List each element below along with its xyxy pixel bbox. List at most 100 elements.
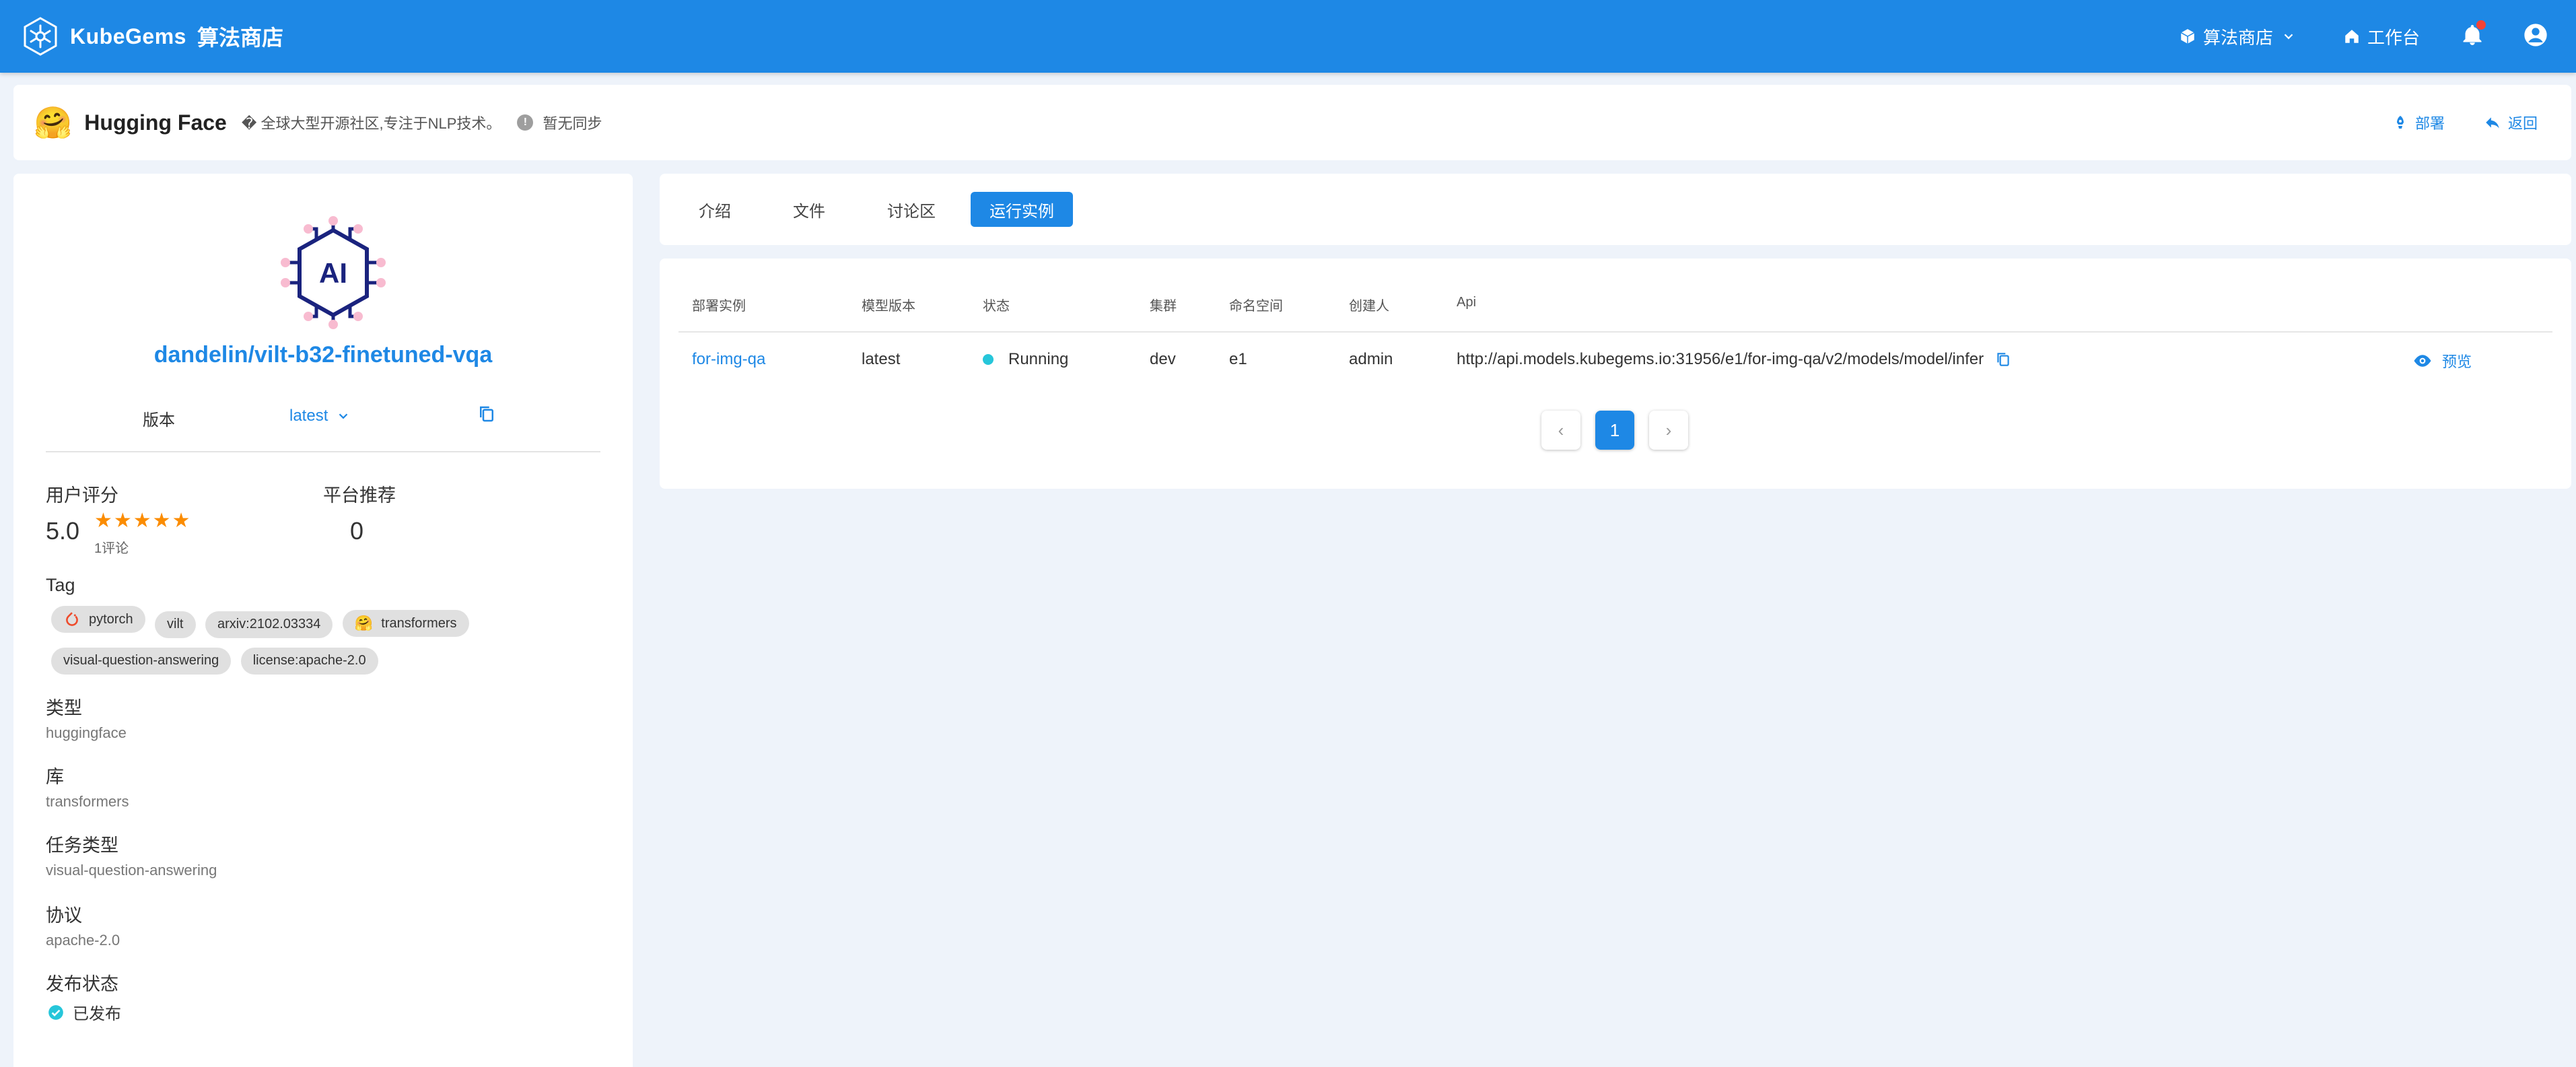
brand[interactable]: KubeGems 算法商店 — [20, 16, 283, 57]
creator-cell: admin — [1349, 350, 1393, 368]
version-label: 版本 — [143, 411, 175, 429]
type-value: huggingface — [46, 724, 127, 741]
ai-chip-logo-icon: AI — [281, 216, 386, 329]
nav-store-label: 算法商店 — [2202, 27, 2273, 48]
api-url: http://api.models.kubegems.io:31956/e1/f… — [1457, 350, 1984, 368]
preview-label: 预览 — [2442, 353, 2472, 370]
instance-link[interactable]: for-img-qa — [692, 350, 765, 369]
top-nav: 算法商店 工作台 — [2179, 0, 2576, 73]
column-header[interactable]: 状态 — [983, 295, 1010, 314]
copy-icon[interactable] — [477, 404, 497, 424]
tag-label: Tag — [46, 575, 75, 595]
tab-running-instances[interactable]: 运行实例 — [971, 192, 1073, 227]
pagination: ‹ 1 › — [1541, 411, 1703, 450]
version-cell: latest — [862, 350, 901, 368]
brand-subtitle: 算法商店 — [197, 26, 283, 50]
rocket-icon — [2396, 116, 2404, 129]
license-label: 协议 — [46, 905, 82, 926]
cube-icon — [2180, 29, 2195, 44]
nav-store-menu[interactable]: 算法商店 — [2179, 24, 2303, 49]
nav-workbench-link[interactable]: 工作台 — [2343, 24, 2420, 49]
cluster-cell: dev — [1150, 350, 1176, 368]
tag-label-text: license:apache-2.0 — [252, 653, 366, 668]
version-value: latest — [289, 407, 328, 425]
account-circle-icon — [2524, 23, 2547, 46]
header-description: � 全球大型开源社区,专注于NLP技术。 ! 暂无同步 — [242, 112, 602, 133]
column-header[interactable]: 集群 — [1150, 295, 1177, 314]
rating-label: 用户评分 — [46, 485, 118, 506]
column-header[interactable]: 模型版本 — [862, 295, 915, 314]
notifications-button[interactable] — [2460, 20, 2486, 50]
status-cell: Running — [983, 350, 1068, 369]
task-value: visual-question-answering — [46, 862, 217, 879]
info-icon: ! — [517, 114, 534, 131]
publish-status: 已发布 — [47, 1000, 121, 1024]
status-text: Running — [1008, 350, 1069, 368]
tag-label-text: pytorch — [89, 611, 133, 627]
license-value: apache-2.0 — [46, 932, 120, 949]
svg-text:AI: AI — [319, 257, 347, 289]
model-name: dandelin/vilt-b32-finetuned-vqa — [153, 342, 493, 368]
header-description-text: � 全球大型开源社区,专注于NLP技术。 — [241, 115, 501, 132]
tab-intro[interactable]: 介绍 — [680, 192, 750, 227]
instances-table: 部署实例 模型版本 状态 集群 命名空间 创建人 Api for-img-qa … — [660, 259, 2571, 489]
back-button[interactable]: 返回 — [2484, 112, 2538, 133]
rating-stars: ★★★★★ — [94, 510, 192, 532]
tag-label-text: transformers — [381, 615, 457, 631]
reply-icon — [2486, 117, 2499, 129]
account-button[interactable] — [2522, 22, 2549, 52]
task-label: 任务类型 — [46, 835, 118, 856]
notification-badge — [2476, 20, 2486, 30]
tag-label-text: arxiv:2102.03334 — [217, 617, 321, 631]
page-button[interactable]: 1 — [1595, 411, 1634, 450]
column-header[interactable]: 创建人 — [1349, 295, 1389, 314]
prev-page-button[interactable]: ‹ — [1541, 411, 1580, 450]
tag-chip[interactable]: visual-question-answering — [51, 647, 232, 675]
version-row: 版本 latest — [13, 403, 633, 432]
tag-chip[interactable]: arxiv:2102.03334 — [205, 611, 333, 638]
top-app-bar: KubeGems 算法商店 算法商店 工作台 — [0, 0, 2576, 73]
library-value: transformers — [46, 793, 129, 810]
table-header-divider — [678, 331, 2552, 333]
namespace-cell: e1 — [1229, 350, 1247, 368]
tag-label-text: vilt — [167, 617, 184, 631]
back-label: 返回 — [2507, 115, 2538, 132]
tab-discussion[interactable]: 讨论区 — [868, 192, 954, 227]
library-label: 库 — [46, 767, 64, 787]
recommend-label: 平台推荐 — [323, 485, 396, 506]
tab-files[interactable]: 文件 — [774, 192, 844, 227]
column-header[interactable]: 部署实例 — [692, 295, 746, 314]
check-circle-icon — [48, 1004, 63, 1020]
copy-icon[interactable] — [1994, 351, 2012, 368]
sync-status: 暂无同步 — [543, 115, 602, 132]
hugging-face-icon: 🤗 — [354, 615, 374, 631]
chevron-down-icon — [2284, 34, 2293, 40]
tag-chip[interactable]: 🤗 transformers — [342, 610, 469, 637]
page-title: Hugging Face — [84, 110, 227, 135]
deploy-label: 部署 — [2414, 115, 2445, 132]
publish-value: 已发布 — [73, 1005, 121, 1023]
tag-chip[interactable]: license:apache-2.0 — [240, 647, 378, 675]
column-header[interactable]: 命名空间 — [1229, 295, 1283, 314]
tag-chip[interactable]: pytorch — [51, 606, 145, 633]
status-dot-icon — [983, 354, 994, 365]
tabs-bar: 介绍 文件 讨论区 运行实例 — [660, 174, 2571, 245]
brand-name: KubeGems — [70, 24, 186, 48]
tag-label-text: visual-question-answering — [63, 653, 219, 668]
deploy-button[interactable]: 部署 — [2392, 112, 2445, 133]
model-header-card: 🤗 Hugging Face � 全球大型开源社区,专注于NLP技术。 ! 暂无… — [13, 85, 2571, 160]
tag-chip[interactable]: vilt — [155, 611, 196, 638]
nav-workbench-label: 工作台 — [2367, 27, 2420, 48]
header-actions: 部署 返回 — [2353, 112, 2538, 133]
column-header[interactable]: Api — [1457, 295, 1476, 310]
tag-list: pytorch vilt arxiv:2102.03334 🤗 transfor… — [51, 606, 603, 684]
home-icon — [2345, 30, 2359, 43]
hugging-face-emoji-icon: 🤗 — [34, 105, 73, 140]
preview-button[interactable]: 预览 — [2412, 350, 2472, 372]
api-cell: http://api.models.kubegems.io:31956/e1/f… — [1457, 350, 2012, 369]
next-page-button[interactable]: › — [1649, 411, 1688, 450]
model-info-card: AI dandelin/vilt-b32-finetuned-vqa 版本 la… — [13, 174, 633, 1067]
version-select[interactable]: latest — [289, 407, 351, 425]
type-label: 类型 — [46, 698, 82, 718]
kubegems-logo-icon — [24, 17, 57, 56]
